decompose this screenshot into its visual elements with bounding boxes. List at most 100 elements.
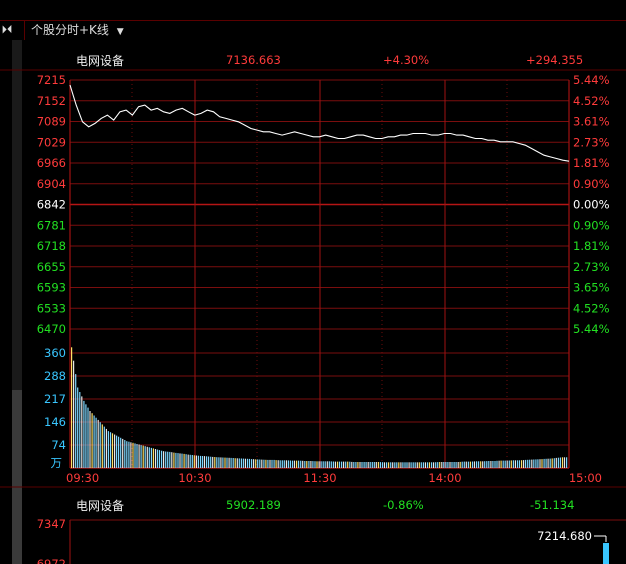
volume-bar bbox=[158, 450, 161, 468]
price-tick-label: 7029 bbox=[37, 135, 66, 149]
volume-bar bbox=[343, 461, 345, 468]
pct-tick-label: 0.90% bbox=[573, 218, 610, 232]
volume-bar bbox=[553, 458, 555, 468]
volume-bar bbox=[463, 461, 465, 468]
intraday-chart-canvas[interactable]: 7215 7152 7089 7029 6966 6904 6842 6781 6718 6655… bbox=[0, 0, 626, 564]
volume-unit-label: 万 bbox=[51, 456, 63, 470]
volume-bar bbox=[298, 460, 300, 468]
volume-bar bbox=[531, 459, 533, 468]
volume-bar bbox=[234, 458, 236, 468]
pct-axis-right: 5.44% 4.52% 3.61% 2.73% 1.81% 0.90% 0.00% 0.90%… bbox=[573, 73, 610, 336]
pct-tick-label: 1.81% bbox=[573, 239, 610, 253]
volume-bar bbox=[212, 456, 214, 468]
volume-bar bbox=[285, 460, 287, 468]
volume-tick-label: 360 bbox=[44, 346, 66, 360]
volume-bar bbox=[206, 456, 208, 468]
volume-bar bbox=[525, 459, 527, 468]
volume-bar bbox=[257, 459, 259, 468]
volume-bar bbox=[424, 462, 426, 468]
volume-bar bbox=[529, 459, 531, 468]
volume-bar bbox=[269, 459, 271, 468]
volume-bar bbox=[273, 459, 275, 468]
lower-price-tick: 7347 bbox=[37, 517, 66, 531]
volume-bar bbox=[334, 461, 336, 468]
volume-bar bbox=[187, 454, 189, 468]
price-tick-label: 6966 bbox=[37, 156, 66, 170]
volume-bar bbox=[488, 461, 490, 468]
volume-bar bbox=[504, 460, 506, 468]
volume-bar bbox=[93, 415, 95, 468]
volume-bar bbox=[533, 459, 535, 468]
volume-bar bbox=[373, 462, 375, 468]
volume-bar bbox=[275, 460, 277, 468]
volume-bar bbox=[482, 461, 484, 468]
volume-bar bbox=[555, 457, 557, 468]
volume-bar bbox=[377, 462, 379, 468]
volume-bar bbox=[457, 462, 459, 468]
volume-bar bbox=[199, 455, 202, 468]
volume-tick-label: 74 bbox=[51, 438, 66, 452]
pct-tick-label: 3.61% bbox=[573, 115, 610, 129]
volume-bar bbox=[490, 461, 492, 468]
volume-bar bbox=[451, 462, 453, 468]
time-tick-label: 11:30 bbox=[303, 471, 336, 485]
volume-bar bbox=[142, 445, 144, 468]
volume-bar bbox=[193, 455, 195, 468]
volume-bar bbox=[428, 462, 431, 468]
volume-bar bbox=[320, 461, 322, 468]
volume-bar bbox=[412, 462, 414, 468]
volume-bar bbox=[312, 461, 314, 468]
time-axis: 09:30 10:30 11:30 14:00 15:00 bbox=[66, 471, 602, 485]
price-tick-label: 6655 bbox=[37, 260, 66, 274]
volume-bar bbox=[473, 461, 476, 468]
volume-bar bbox=[246, 458, 249, 468]
volume-bar bbox=[173, 452, 175, 468]
volume-bar bbox=[492, 461, 494, 468]
volume-bar bbox=[255, 459, 257, 468]
price-tick-label: 6842 bbox=[37, 198, 66, 212]
volume-bar bbox=[195, 455, 197, 468]
volume-bar bbox=[498, 460, 500, 468]
volume-bar bbox=[185, 454, 187, 468]
volume-bar bbox=[551, 458, 553, 468]
volume-bar bbox=[230, 457, 232, 468]
volume-bar bbox=[486, 461, 488, 468]
time-tick-label: 14:00 bbox=[428, 471, 461, 485]
volume-bars bbox=[71, 347, 568, 469]
volume-bar bbox=[516, 460, 519, 468]
volume-bar bbox=[75, 374, 77, 468]
volume-bar bbox=[189, 454, 191, 468]
volume-bar bbox=[226, 457, 228, 468]
volume-bar bbox=[310, 461, 312, 468]
volume-bar bbox=[208, 456, 210, 468]
volume-bar bbox=[371, 462, 373, 468]
volume-bar bbox=[267, 459, 269, 468]
volume-bar bbox=[512, 460, 514, 468]
volume-bar bbox=[363, 462, 365, 468]
volume-bar bbox=[375, 462, 377, 468]
volume-bar bbox=[338, 461, 341, 468]
volume-bar bbox=[453, 462, 455, 468]
volume-bar bbox=[369, 462, 371, 468]
volume-bar bbox=[494, 461, 496, 468]
volume-bar bbox=[345, 461, 347, 468]
volume-bar bbox=[394, 462, 396, 468]
price-tick-label: 6718 bbox=[37, 239, 66, 253]
volume-bar bbox=[293, 460, 296, 468]
volume-bar bbox=[150, 447, 152, 468]
volume-bar bbox=[478, 461, 480, 468]
volume-bar bbox=[420, 462, 422, 468]
volume-bar bbox=[161, 450, 163, 468]
volume-bar bbox=[381, 462, 384, 468]
volume-bar bbox=[502, 460, 504, 468]
volume-bar bbox=[289, 460, 291, 468]
volume-bar bbox=[418, 462, 420, 468]
volume-bar bbox=[355, 462, 357, 468]
volume-bar bbox=[396, 462, 398, 468]
pct-tick-label: 0.90% bbox=[573, 177, 610, 191]
volume-bar bbox=[328, 461, 330, 468]
volume-bar bbox=[521, 460, 523, 468]
volume-bar bbox=[97, 419, 99, 468]
volume-bar bbox=[120, 437, 122, 468]
time-tick-label: 09:30 bbox=[66, 471, 99, 485]
